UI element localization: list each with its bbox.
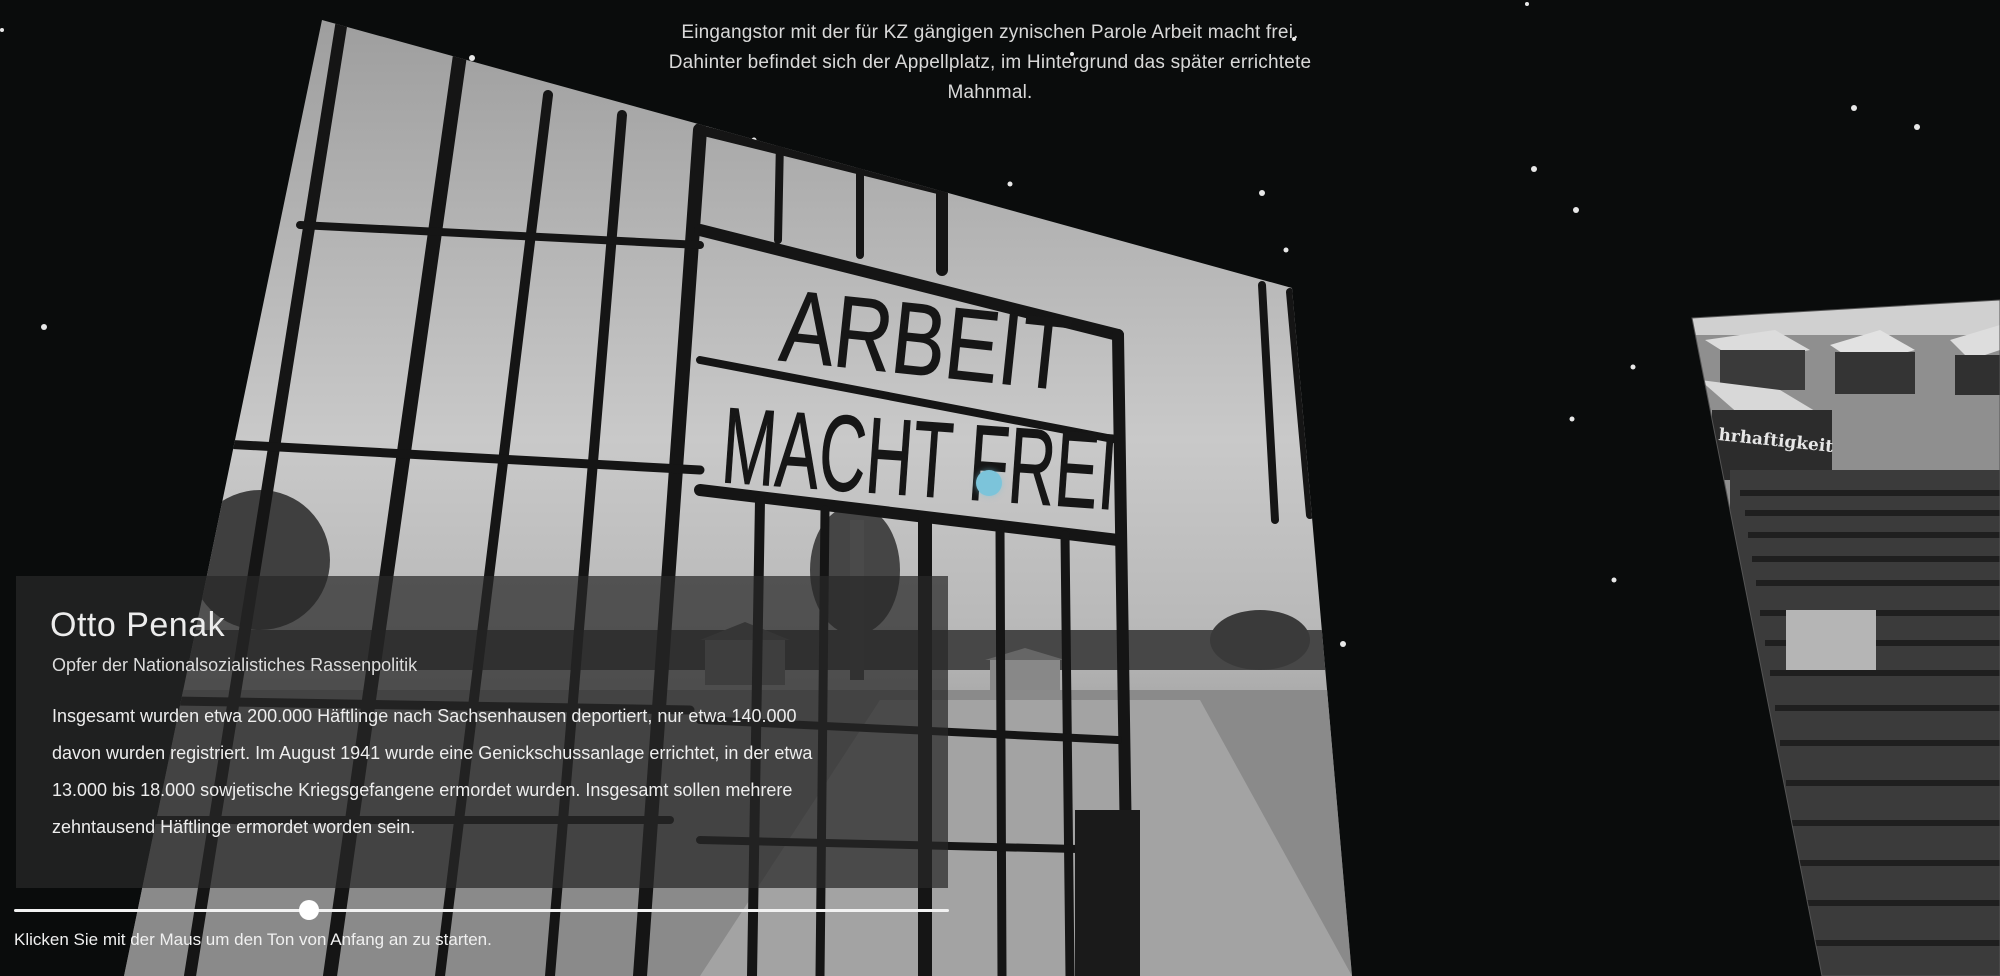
audio-progress-track[interactable] bbox=[14, 909, 949, 912]
audio-player: Klicken Sie mit der Maus um den Ton von … bbox=[14, 900, 949, 970]
info-text-line: Insgesamt wurden etwa 200.000 Häftlinge … bbox=[52, 706, 797, 726]
info-title: Otto Penak bbox=[50, 606, 226, 644]
info-panel: Otto Penak Opfer der Nationalsozialistic… bbox=[16, 576, 948, 888]
caption-line-1: Eingangstor mit der für KZ gängigen zyni… bbox=[681, 22, 1299, 43]
audio-progress-thumb[interactable] bbox=[298, 900, 319, 920]
info-text-line: 13.000 bis 18.000 sowjetische Kriegsgefa… bbox=[52, 780, 793, 800]
info-subtitle: Opfer der Nationalsozialistiches Rassenp… bbox=[52, 655, 418, 675]
info-text-line: davon wurden registriert. Im August 1941… bbox=[52, 743, 813, 763]
info-text: Insgesamt wurden etwa 200.000 Häftlinge … bbox=[52, 698, 914, 846]
photo-caption: Eingangstor mit der für KZ gängigen zyni… bbox=[600, 18, 1380, 108]
audio-hint: Klicken Sie mit der Maus um den Ton von … bbox=[14, 930, 492, 949]
vr-scene[interactable]: hrhaftigkeit ARBEIT MACHT FREI Eingangst… bbox=[0, 0, 2000, 976]
info-text-line: zehntausend Häftlinge ermordet worden se… bbox=[52, 817, 416, 837]
caption-line-3: Mahnmal. bbox=[947, 82, 1033, 103]
info-hotspot[interactable] bbox=[976, 470, 1002, 496]
caption-line-2: Dahinter befindet sich der Appellplatz, … bbox=[668, 52, 1312, 73]
